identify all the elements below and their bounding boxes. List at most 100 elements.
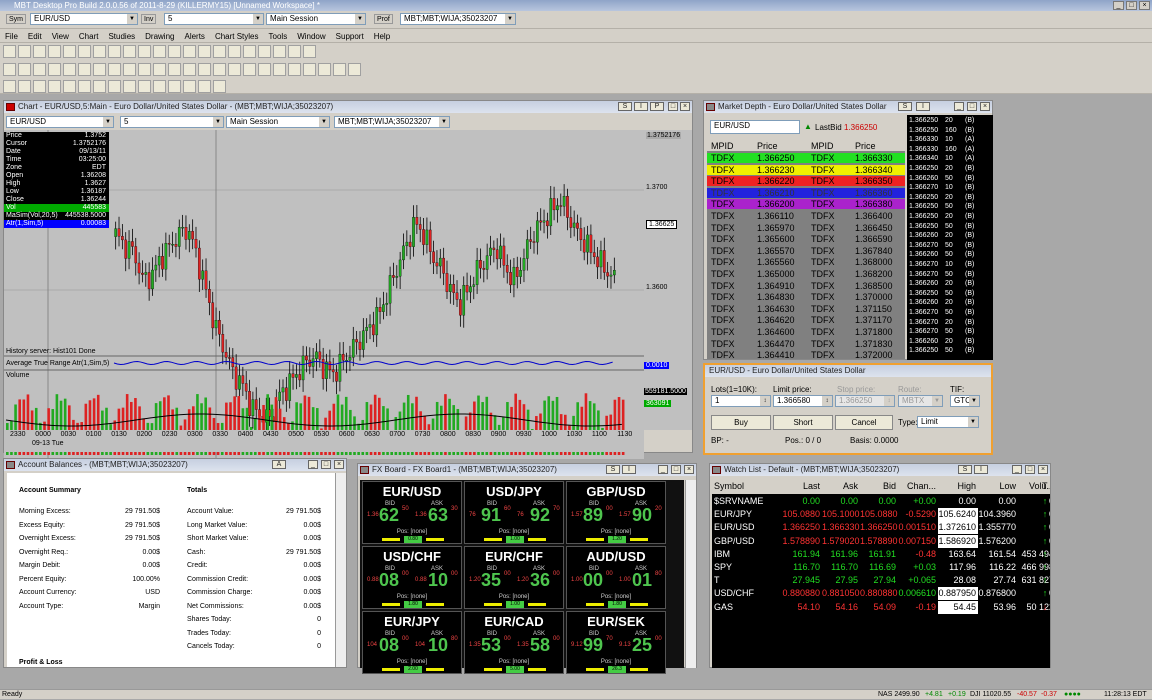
symbol-combo[interactable]: EUR/USD ▼ (30, 13, 138, 25)
alerts-icon[interactable] (213, 45, 226, 58)
fx-ask-big[interactable]: 90 (632, 505, 652, 526)
rect-icon[interactable] (228, 63, 241, 76)
depth-row[interactable]: TDFX 1.366110 TDFX 1.366400 (707, 211, 905, 221)
short-button[interactable]: Short (773, 415, 833, 430)
account-icon[interactable] (198, 45, 211, 58)
fx-quote-cell[interactable]: GBP/USD 1.57 89 00 1.57 90 20 BID ASK Pos: [none]… (566, 481, 666, 544)
minimize-button[interactable]: _ (954, 102, 964, 111)
undo2-icon[interactable] (303, 63, 316, 76)
menu-help[interactable]: Help (369, 30, 395, 43)
time-sales-tape[interactable]: 1.366250 20 (B) 1.366250 160 (B) 1.366330 10 (A)… (907, 115, 993, 360)
open-icon[interactable] (18, 45, 31, 58)
fx-ask-big[interactable]: 25 (632, 635, 652, 656)
crosshair-icon[interactable] (138, 63, 151, 76)
arrow-icon[interactable] (258, 63, 271, 76)
depth-row[interactable]: TDFX 1.365000 TDFX 1.368200 (707, 269, 905, 279)
chevron-down-icon[interactable]: ▼ (355, 14, 365, 24)
sym-link-icon[interactable]: S (606, 465, 620, 474)
cascade-icon[interactable] (273, 45, 286, 58)
close-button[interactable]: × (1038, 465, 1048, 474)
line-icon[interactable] (33, 63, 46, 76)
sym-link-icon[interactable]: S (958, 465, 972, 474)
prof-link-icon[interactable]: P (650, 102, 664, 111)
fx-bid-big[interactable]: 35 (481, 570, 501, 591)
watch-column-header[interactable]: Last (770, 480, 822, 493)
candle-icon[interactable] (18, 63, 31, 76)
watch-row[interactable]: GAS54.1054.1654.09-0.1954.4553.9650 122↓ (712, 600, 1050, 614)
depth-row[interactable]: TDFX 1.366200 TDFX 1.366380 (707, 199, 905, 210)
depth-row[interactable]: TDFX 1.365600 TDFX 1.366590 (707, 234, 905, 245)
fib-icon[interactable] (198, 63, 211, 76)
restore-button[interactable]: □ (321, 460, 331, 469)
paste-icon[interactable] (93, 45, 106, 58)
menu-view[interactable]: View (47, 30, 74, 43)
menu-chart[interactable]: Chart (74, 30, 104, 43)
vline-icon[interactable] (183, 63, 196, 76)
hline-icon[interactable] (168, 63, 181, 76)
fx-bid-big[interactable]: 08 (379, 635, 399, 656)
fx-bid-big[interactable]: 89 (583, 505, 603, 526)
fx-ask-big[interactable]: 63 (428, 505, 448, 526)
pen-icon[interactable] (138, 80, 151, 93)
fx-quote-cell[interactable]: EUR/USD 1.36 62 50 1.36 63 30 BID ASK Pos: [none]… (362, 481, 462, 544)
close-button[interactable]: × (680, 102, 690, 111)
lock-icon[interactable] (288, 45, 301, 58)
depth-row[interactable]: TDFX 1.366230 TDFX 1.366340 (707, 164, 905, 175)
watch-row[interactable]: IBM 161.94 161.96 161.91 -0.48 163.64 161.54 45… (712, 548, 1050, 561)
menu-window[interactable]: Window (292, 30, 330, 43)
close-button[interactable]: × (684, 465, 694, 474)
copy-icon[interactable] (78, 45, 91, 58)
poly-icon[interactable] (168, 80, 181, 93)
depth-row[interactable]: TDFX 1.364910 TDFX 1.368500 (707, 280, 905, 291)
depth-row[interactable]: TDFX 1.366250 TDFX 1.366330 (707, 153, 905, 163)
fx-ask-big[interactable]: 01 (632, 570, 652, 591)
cancel-button[interactable]: Cancel (835, 415, 893, 430)
alert-icon[interactable] (198, 80, 211, 93)
fx-quote-cell[interactable]: EUR/CHF 1.20 35 00 1.20 36 00 BID ASK Pos: [none]… (464, 546, 564, 609)
watch-row[interactable]: $SRVNAME0.000.000.00+0.000.000.000↑ (712, 495, 1050, 508)
watch-column-header[interactable]: T... (1042, 480, 1050, 493)
fx-quote-cell[interactable]: EUR/JPY 104 08 00 104 10 80 BID ASK Pos: [none] 2.… (362, 611, 462, 674)
menu-drawing[interactable]: Drawing (140, 30, 179, 43)
interval-combo[interactable]: 5 ▼ (164, 13, 264, 25)
depth-row[interactable]: TDFX 1.364630 TDFX 1.371150 (707, 303, 905, 314)
account-scrollbar[interactable] (335, 473, 346, 667)
minimize-button[interactable]: _ (1012, 465, 1022, 474)
fx-bid-big[interactable]: 91 (481, 505, 501, 526)
stop-price-input[interactable]: 1.366250 ↕ (835, 395, 895, 407)
fx-quote-cell[interactable]: USD/CHF 0.88 08 00 0.88 10 00 BID ASK Pos: [none]… (362, 546, 462, 609)
measure-icon[interactable] (93, 80, 106, 93)
fx-bid-big[interactable]: 00 (583, 570, 603, 591)
pointer-icon[interactable] (3, 80, 16, 93)
fx-ask-big[interactable]: 58 (530, 635, 550, 656)
redo2-icon[interactable] (318, 63, 331, 76)
watch-column-header[interactable]: High (938, 480, 978, 493)
sym-link-icon[interactable]: S (898, 102, 912, 111)
label-icon[interactable] (183, 80, 196, 93)
minimize-button[interactable]: _ (658, 465, 668, 474)
menu-support[interactable]: Support (331, 30, 369, 43)
select-icon[interactable] (18, 80, 31, 93)
route-combo[interactable]: MBT;MBT;WIJA;35023207 ▼ (400, 13, 516, 25)
fx-quote-cell[interactable]: AUD/USD 1.00 00 00 1.00 01 80 BID ASK Pos: [none]… (566, 546, 666, 609)
trend-icon[interactable] (153, 63, 166, 76)
close-button[interactable]: × (1139, 1, 1150, 10)
draw-icon[interactable] (33, 80, 46, 93)
ellipse-icon[interactable] (243, 63, 256, 76)
lots-input[interactable]: 1 ↕ (711, 395, 771, 407)
area-icon[interactable] (63, 63, 76, 76)
watch-column-header[interactable]: Low (978, 480, 1018, 493)
depth-icon[interactable] (138, 45, 151, 58)
chevron-down-icon[interactable]: ▼ (127, 14, 137, 24)
undo-icon[interactable] (108, 45, 121, 58)
close-button[interactable]: × (334, 460, 344, 469)
minimize-button[interactable]: _ (308, 460, 318, 469)
watch-row[interactable]: EUR/USD 1.366250 1.366330 1.366250 0.001510 1… (712, 521, 1050, 535)
watch-row[interactable]: GBP/USD 1.578890 1.579020 1.578890 0.007150 1… (712, 534, 1050, 548)
chevron-down-icon[interactable]: ▼ (253, 14, 263, 24)
brush-icon[interactable] (123, 80, 136, 93)
sym-link-icon[interactable]: S (618, 102, 632, 111)
restore-button[interactable]: □ (967, 102, 977, 111)
inv-link-icon[interactable]: I (634, 102, 648, 111)
prof-label[interactable]: Prof (374, 14, 393, 24)
